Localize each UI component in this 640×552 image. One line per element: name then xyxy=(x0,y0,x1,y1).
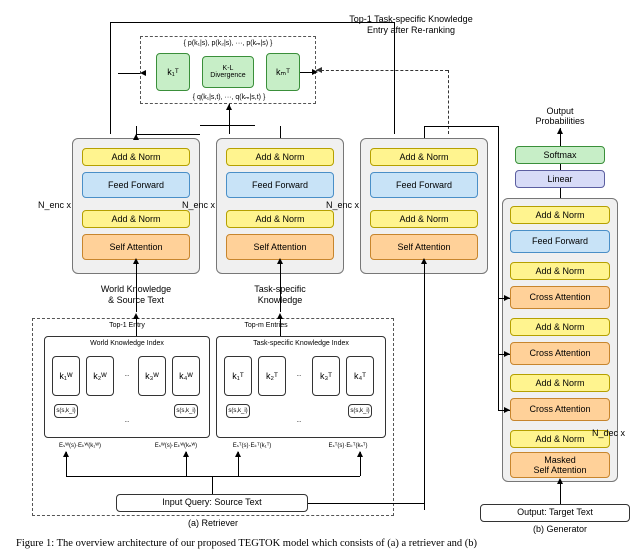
enc3-sa: Self Attention xyxy=(370,234,478,260)
figure-caption: Figure 1: The overview architecture of o… xyxy=(16,538,632,549)
w-dots: ... xyxy=(118,372,136,378)
w-dots2: ... xyxy=(118,418,136,424)
target-text-label: Output: Target Text xyxy=(480,507,630,517)
topm-label: Top-m Entries xyxy=(226,322,306,329)
enc1-ff: Feed Forward xyxy=(82,172,190,198)
enc2-addnorm-bot: Add & Norm xyxy=(226,210,334,228)
enc1-addnorm-top: Add & Norm xyxy=(82,148,190,166)
sim-t1: s(s,k_i) xyxy=(226,404,250,418)
t-dots2: ... xyxy=(290,418,308,424)
retriever-caption: (a) Retriever xyxy=(170,518,256,528)
ndec: N_dec x xyxy=(592,428,638,438)
sim-w2: s(s,k_i) xyxy=(174,404,198,418)
source-text-label: Input Query: Source Text xyxy=(116,497,308,507)
score-w1: Eₛᵂ(s)·Eₖᵂ(k₁ᵂ) xyxy=(44,442,116,449)
dec-masked-sa: Masked Self Attention xyxy=(510,452,610,478)
enc2-ff: Feed Forward xyxy=(226,172,334,198)
enc2-sa: Self Attention xyxy=(226,234,334,260)
dec-ff: Feed Forward xyxy=(510,230,610,253)
score-t2: Eₛᵀ(s)·Eₖᵀ(kₙᵀ) xyxy=(312,442,384,449)
top1-label: Top-1 Entry xyxy=(92,322,162,329)
kt3: k₃ᵀ xyxy=(312,356,340,396)
enc1-sa: Self Attention xyxy=(82,234,190,260)
kw4: k₄ᵂ xyxy=(172,356,200,396)
rerank-kl: K-L Divergence xyxy=(202,56,254,88)
t-dots: ... xyxy=(290,372,308,378)
kt4: k₄ᵀ xyxy=(346,356,374,396)
kt1: k₁ᵀ xyxy=(224,356,252,396)
enc3-addnorm-bot: Add & Norm xyxy=(370,210,478,228)
dec-addnorm-4: Add & Norm xyxy=(510,318,610,336)
enc1-addnorm-bot: Add & Norm xyxy=(82,210,190,228)
enc3-ff: Feed Forward xyxy=(370,172,478,198)
rerank-title2: Entry after Re-ranking xyxy=(326,25,496,35)
kw3: k₃ᵂ xyxy=(138,356,166,396)
softmax: Softmax xyxy=(515,146,605,164)
dec-addnorm-6: Add & Norm xyxy=(510,206,610,224)
world-index-title: World Knowledge Index xyxy=(48,340,206,347)
generator-caption: (b) Generator xyxy=(520,524,600,534)
kt2: k₂ᵀ xyxy=(258,356,286,396)
rerank-p: { p(k₁|s), p(k₂|s), ···, p(kₘ|s) } xyxy=(148,40,308,47)
rerank-q: { q(k₁|s,t), ···, q(kₘ|s,t) } xyxy=(152,94,306,101)
nenc-3: N_enc x xyxy=(326,200,358,210)
enc3-addnorm-top: Add & Norm xyxy=(370,148,478,166)
linear: Linear xyxy=(515,170,605,188)
kw1: k₁ᵂ xyxy=(52,356,80,396)
rerank-k1: k₁ᵀ xyxy=(156,53,190,91)
enc2-addnorm-top: Add & Norm xyxy=(226,148,334,166)
rerank-km: kₘᵀ xyxy=(266,53,300,91)
sim-w1: s(s,k_i) xyxy=(54,404,78,418)
nenc-1: N_enc x xyxy=(38,200,70,210)
nenc-2: N_enc x xyxy=(182,200,214,210)
dec-cross3: Cross Attention xyxy=(510,398,610,421)
output-label: Output Probabilities xyxy=(518,106,602,126)
sim-t2: s(s,k_i) xyxy=(348,404,372,418)
score-t1: Eₛᵀ(s)·Eₖᵀ(k₁ᵀ) xyxy=(216,442,288,449)
dec-addnorm-5: Add & Norm xyxy=(510,262,610,280)
dec-cross1: Cross Attention xyxy=(510,286,610,309)
score-w2: Eₛᵂ(s)·Eₖᵂ(kₙᵂ) xyxy=(140,442,212,449)
task-index-title: Task-specific Knowledge Index xyxy=(220,340,382,347)
dec-addnorm-3: Add & Norm xyxy=(510,374,610,392)
dec-cross2: Cross Attention xyxy=(510,342,610,365)
kw2: k₂ᵂ xyxy=(86,356,114,396)
